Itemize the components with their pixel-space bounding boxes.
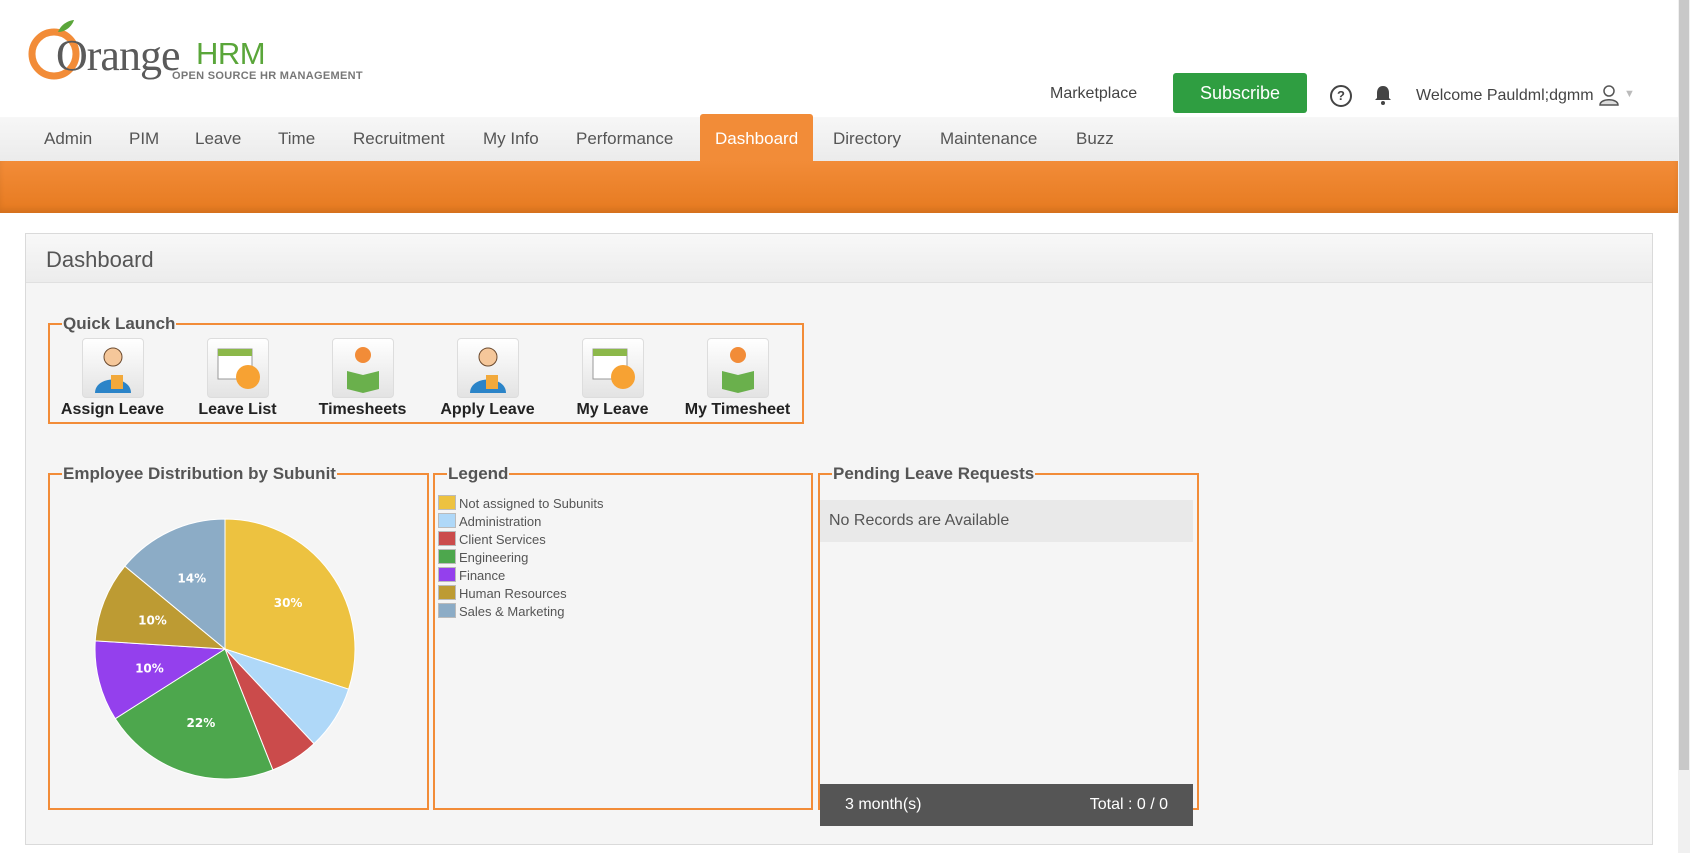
- legend-label: Not assigned to Subunits: [459, 496, 604, 511]
- no-records-message: No Records are Available: [820, 500, 1193, 542]
- legend-label: Finance: [459, 568, 506, 583]
- quick-launch-assign-leave[interactable]: Assign Leave: [50, 338, 175, 419]
- quick-launch-label: Apply Leave: [440, 401, 535, 418]
- person-book-icon: [331, 338, 394, 398]
- sub-menu-band: [0, 161, 1678, 213]
- legend-label: Administration: [459, 514, 542, 529]
- page-scrollbar[interactable]: [1678, 0, 1690, 853]
- legend-title: Legend: [448, 464, 509, 483]
- calendar-icon: [206, 338, 269, 398]
- logo-hrm: HRM: [196, 36, 266, 71]
- quick-launch-label: Assign Leave: [60, 401, 165, 418]
- welcome-user-text[interactable]: Welcome Pauldml;dgmm: [1416, 87, 1594, 105]
- period-label: 3 month(s): [845, 796, 922, 813]
- panel-header: Dashboard: [26, 234, 1652, 283]
- legend-swatch: [438, 567, 456, 582]
- legend-section: Legend Not assigned to Subunits Administr…: [433, 464, 813, 810]
- legend-swatch: [438, 495, 456, 510]
- pie-slice-label: 30%: [274, 596, 303, 610]
- legend-label: Sales & Marketing: [459, 604, 565, 619]
- legend-label: Engineering: [459, 550, 529, 565]
- help-icon[interactable]: ?: [1330, 85, 1352, 107]
- pie-slice-label: 22%: [187, 716, 216, 730]
- bell-icon[interactable]: [1372, 84, 1394, 106]
- logo-word: Orange: [56, 31, 180, 80]
- quick-launch-label: Leave List: [198, 401, 277, 418]
- chevron-down-icon[interactable]: ▼: [1624, 88, 1635, 100]
- legend-swatch: [438, 603, 456, 618]
- legend-swatch: [438, 549, 456, 564]
- legend-swatch: [438, 531, 456, 546]
- pending-footer: 3 month(s) Total : 0 / 0: [820, 784, 1193, 826]
- quick-launch-title: Quick Launch: [63, 314, 176, 333]
- person-icon: [81, 338, 144, 398]
- quick-launch-my-timesheet[interactable]: My Timesheet: [675, 338, 800, 419]
- employee-distribution-section: Employee Distribution by Subunit 30% 22% 1…: [48, 464, 429, 810]
- total-count: Total : 0 / 0: [1089, 796, 1168, 813]
- menu-time[interactable]: Time: [263, 117, 330, 161]
- menu-dashboard[interactable]: Dashboard: [700, 114, 814, 161]
- person-icon: [456, 338, 519, 398]
- orangehrm-logo[interactable]: Orange HRM OPEN SOURCE HR MANAGEMENT: [28, 14, 368, 86]
- menu-directory[interactable]: Directory: [818, 117, 916, 161]
- quick-launch-my-leave[interactable]: My Leave: [550, 338, 675, 419]
- person-book-icon: [706, 338, 769, 398]
- quick-launch-label: My Leave: [576, 401, 649, 418]
- subunit-pie-chart: 30% 22% 10% 10% 14%: [94, 518, 356, 780]
- dashboard-panel: Dashboard Quick Launch Assign Leave Leav…: [25, 233, 1653, 845]
- marketplace-link[interactable]: Marketplace: [1050, 85, 1137, 103]
- menu-admin[interactable]: Admin: [29, 117, 107, 161]
- main-menu: Admin PIM Leave Time Recruitment My Info…: [0, 114, 1678, 162]
- quick-launch-apply-leave[interactable]: Apply Leave: [425, 338, 550, 419]
- menu-performance[interactable]: Performance: [561, 117, 688, 161]
- scrollbar-thumb[interactable]: [1679, 0, 1689, 770]
- legend-swatch: [438, 585, 456, 600]
- pie-slice-label: 14%: [177, 571, 206, 585]
- menu-my-info[interactable]: My Info: [468, 117, 554, 161]
- legend-swatch: [438, 513, 456, 528]
- menu-pim[interactable]: PIM: [114, 117, 174, 161]
- subscribe-button[interactable]: Subscribe: [1173, 73, 1307, 113]
- pie-slice-label: 10%: [135, 661, 164, 675]
- pending-title: Pending Leave Requests: [833, 464, 1035, 483]
- pie-slice-label: 10%: [138, 613, 167, 627]
- user-avatar-icon[interactable]: [1598, 84, 1620, 106]
- legend-label: Human Resources: [459, 586, 567, 601]
- menu-leave[interactable]: Leave: [180, 117, 256, 161]
- distribution-title: Employee Distribution by Subunit: [63, 464, 336, 483]
- quick-launch-timesheets[interactable]: Timesheets: [300, 338, 425, 419]
- quick-launch-label: Timesheets: [318, 401, 407, 418]
- quick-launch-section: Quick Launch Assign Leave Leave List Tim…: [48, 314, 804, 424]
- quick-launch-label: My Timesheet: [684, 401, 791, 418]
- menu-maintenance[interactable]: Maintenance: [925, 117, 1052, 161]
- menu-recruitment[interactable]: Recruitment: [338, 117, 460, 161]
- page-title: Dashboard: [46, 247, 154, 272]
- logo-tagline: OPEN SOURCE HR MANAGEMENT: [172, 70, 363, 82]
- calendar-icon: [581, 338, 644, 398]
- legend-label: Client Services: [459, 532, 546, 547]
- quick-launch-leave-list[interactable]: Leave List: [175, 338, 300, 419]
- pending-leave-section: Pending Leave Requests No Records are Av…: [818, 464, 1199, 826]
- menu-buzz[interactable]: Buzz: [1061, 117, 1129, 161]
